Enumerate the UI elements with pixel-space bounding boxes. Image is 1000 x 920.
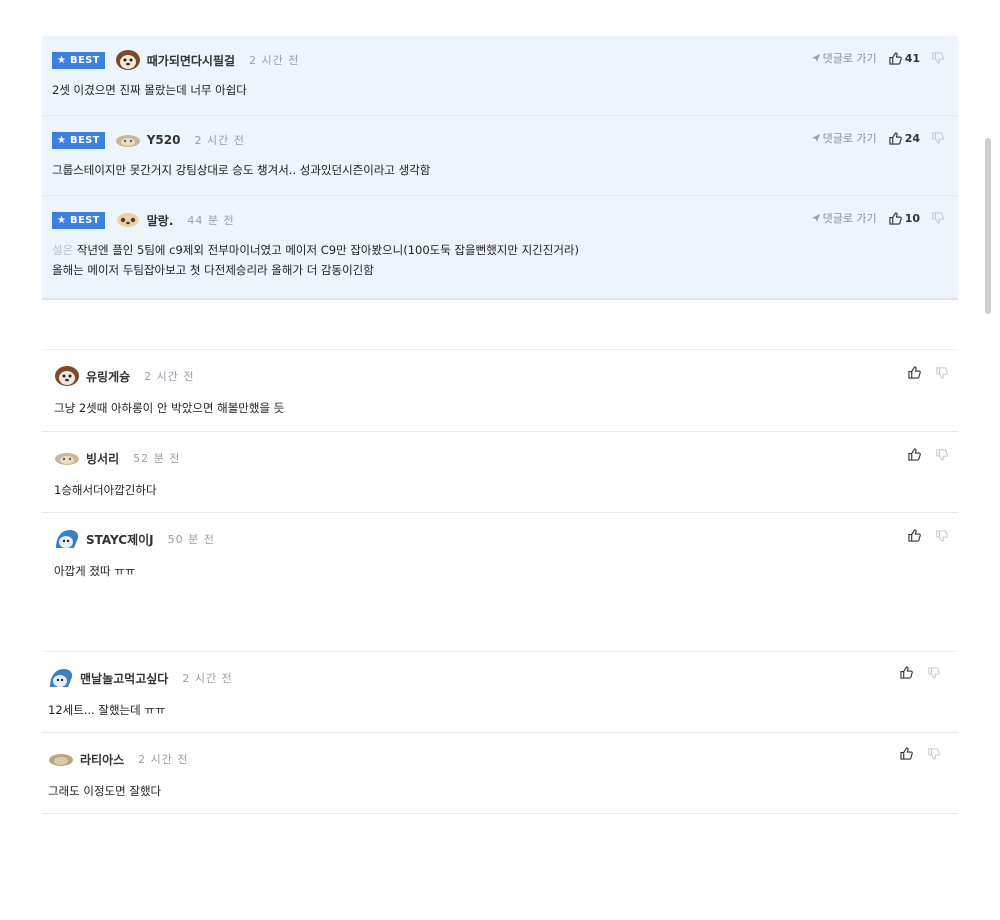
avatar[interactable] <box>48 751 74 767</box>
dislike-button[interactable] <box>936 529 948 542</box>
nickname[interactable]: 라티아스 <box>80 751 124 768</box>
send-arrow-icon <box>811 134 820 142</box>
like-button[interactable] <box>908 448 924 461</box>
comment-line-2: 올해는 메이저 두팀잡아보고 첫 다전제승리라 올해가 더 감동이긴함 <box>52 263 374 277</box>
avatar[interactable] <box>115 212 141 228</box>
avatar[interactable] <box>115 49 141 71</box>
timestamp: 2 시간 전 <box>138 753 189 766</box>
comment-text: 아깝게 졌따 ㅠㅠ <box>54 564 136 578</box>
thumbs-up-icon <box>900 747 913 760</box>
nickname[interactable]: Y520 <box>147 133 181 147</box>
dislike-button[interactable] <box>936 448 948 461</box>
go-to-reply-label: 댓글로 가기 <box>822 52 877 65</box>
nickname[interactable]: 유링게슝 <box>86 368 130 385</box>
go-to-reply-label: 댓글로 가기 <box>822 212 877 225</box>
dislike-button[interactable] <box>928 666 940 679</box>
best-comment: ★ BEST Y520 2 시간 전 그룹스테이지만 못간거지 강팀상대로 승도… <box>42 116 958 196</box>
nickname[interactable]: 맨날놀고먹고싶다 <box>80 670 168 687</box>
go-to-reply-link[interactable]: 댓글로 가기 <box>811 130 877 146</box>
thumbs-up-icon <box>889 131 902 145</box>
best-comment: ★ BEST 때가되면다시필걸 2 시간 전 2셋 이겼으면 진짜 몰랐는데 너… <box>42 36 958 116</box>
best-comment: ★ BEST 말랑. 44 분 전 설은 작년엔 플인 5팀에 c9제외 전부마… <box>42 196 958 298</box>
thumbs-down-icon <box>932 132 944 144</box>
timestamp: 52 분 전 <box>133 452 181 465</box>
scrollbar-thumb[interactable] <box>985 138 991 314</box>
comment-text: 그룹스테이지만 못간거지 강팀상대로 승도 챙겨서.. 성과있던시즌이라고 생각… <box>52 163 431 177</box>
thumbs-down-icon <box>928 747 940 760</box>
thumbs-down-icon <box>936 448 948 461</box>
dislike-button[interactable] <box>928 747 940 760</box>
comment: 맨날놀고먹고싶다 2 시간 전 12세트... 잘했는데 ㅠㅠ <box>42 652 958 733</box>
thumbs-up-icon <box>908 529 921 542</box>
avatar[interactable] <box>54 365 80 387</box>
like-count: 41 <box>904 51 920 65</box>
comment-text: 1승해서더아깝긴하다 <box>54 483 157 497</box>
comment: 라티아스 2 시간 전 그래도 이정도면 잘했다 <box>42 733 958 814</box>
thumbs-up-icon <box>889 51 902 65</box>
avatar[interactable] <box>48 667 74 689</box>
like-button[interactable] <box>900 666 916 679</box>
deleted-prefix: 설은 <box>52 243 74 257</box>
comment-group: 맨날놀고먹고싶다 2 시간 전 12세트... 잘했는데 ㅠㅠ 라티아스 2 시… <box>42 651 958 814</box>
best-badge: ★ BEST <box>52 131 105 149</box>
send-arrow-icon <box>811 54 820 62</box>
comment-text: 그래도 이정도면 잘했다 <box>48 784 162 798</box>
like-count: 24 <box>904 131 920 145</box>
comment: 유링게슝 2 시간 전 그냥 2셋때 아하롱이 안 박았으면 해볼만했을 듯 <box>42 350 958 432</box>
dislike-button[interactable] <box>936 366 948 379</box>
like-button[interactable] <box>908 366 924 379</box>
comment: 빙서리 52 분 전 1승해서더아깝긴하다 <box>42 432 958 513</box>
thumbs-down-icon <box>932 212 944 224</box>
go-to-reply-link[interactable]: 댓글로 가기 <box>811 50 877 66</box>
like-count: 10 <box>904 211 920 225</box>
comment-line-1: 작년엔 플인 5팀에 c9제외 전부마이너였고 메이저 C9만 잡아봤으니(10… <box>76 243 579 257</box>
thumbs-down-icon <box>932 52 944 64</box>
like-button[interactable]: 41 <box>889 52 920 65</box>
thumbs-down-icon <box>928 666 940 679</box>
comment: STAYC제이J 50 분 전 아깝게 졌따 ㅠㅠ <box>42 513 958 593</box>
like-button[interactable]: 24 <box>889 132 920 145</box>
best-badge: ★ BEST <box>52 211 105 229</box>
go-to-reply-label: 댓글로 가기 <box>822 132 877 145</box>
best-badge: ★ BEST <box>52 51 105 69</box>
timestamp: 2 시간 전 <box>249 54 300 67</box>
comment-text: 2셋 이겼으면 진짜 몰랐는데 너무 아쉽다 <box>52 83 247 97</box>
dislike-button[interactable] <box>932 52 944 64</box>
timestamp: 2 시간 전 <box>144 370 195 383</box>
avatar[interactable] <box>115 132 141 148</box>
like-button[interactable] <box>908 529 924 542</box>
go-to-reply-link[interactable]: 댓글로 가기 <box>811 210 877 226</box>
nickname[interactable]: 말랑. <box>147 212 174 229</box>
comment-group: 유링게슝 2 시간 전 그냥 2셋때 아하롱이 안 박았으면 해볼만했을 듯 빙… <box>42 349 958 593</box>
comment-text: 12세트... 잘했는데 ㅠㅠ <box>48 703 166 717</box>
timestamp: 2 시간 전 <box>182 672 233 685</box>
thumbs-up-icon <box>908 448 921 461</box>
timestamp: 50 분 전 <box>167 533 215 546</box>
thumbs-down-icon <box>936 366 948 379</box>
nickname[interactable]: STAYC제이J <box>86 531 154 548</box>
thumbs-down-icon <box>936 529 948 542</box>
avatar[interactable] <box>54 528 80 550</box>
send-arrow-icon <box>811 214 820 222</box>
avatar[interactable] <box>54 450 80 466</box>
timestamp: 2 시간 전 <box>194 134 245 147</box>
like-button[interactable] <box>900 747 916 760</box>
timestamp: 44 분 전 <box>187 214 235 227</box>
thumbs-up-icon <box>900 666 913 679</box>
nickname[interactable]: 빙서리 <box>86 450 119 467</box>
like-button[interactable]: 10 <box>889 212 920 225</box>
dislike-button[interactable] <box>932 212 944 224</box>
thumbs-up-icon <box>889 211 902 225</box>
thumbs-up-icon <box>908 366 921 379</box>
nickname[interactable]: 때가되면다시필걸 <box>147 52 235 69</box>
comment-text: 설은 작년엔 플인 5팀에 c9제외 전부마이너였고 메이저 C9만 잡아봤으니… <box>52 240 579 280</box>
dislike-button[interactable] <box>932 132 944 144</box>
best-comments-section: ★ BEST 때가되면다시필걸 2 시간 전 2셋 이겼으면 진짜 몰랐는데 너… <box>42 36 958 300</box>
comment-text: 그냥 2셋때 아하롱이 안 박았으면 해볼만했을 듯 <box>54 401 285 415</box>
